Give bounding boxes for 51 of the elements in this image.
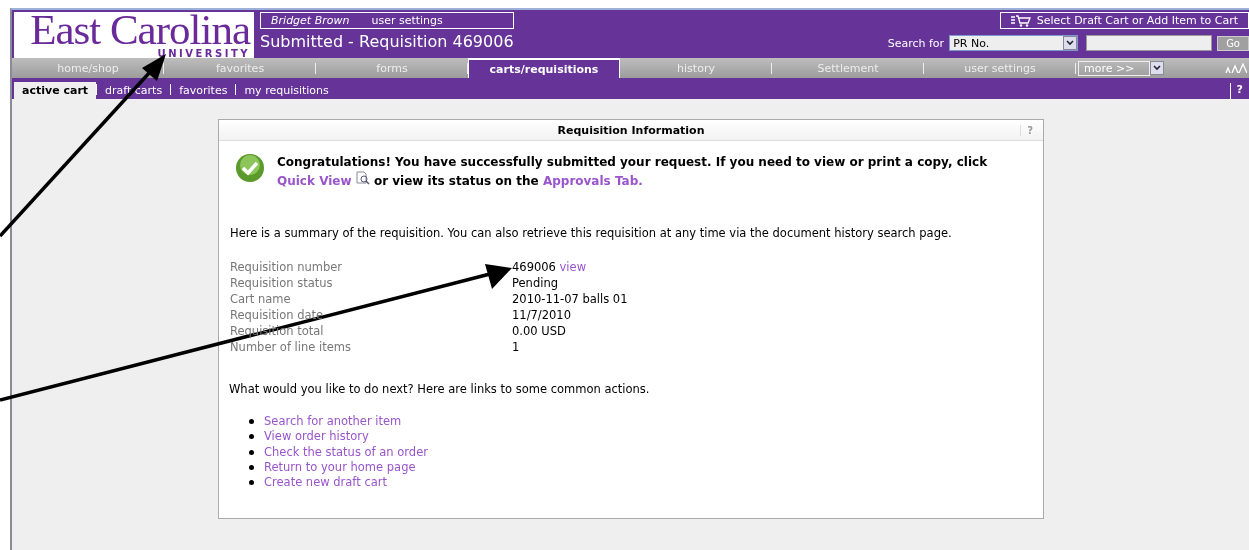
cart-button[interactable]: Select Draft Cart or Add Item to Cart — [999, 12, 1249, 29]
field-label: Requisition status — [230, 276, 333, 290]
action-link[interactable]: View order history — [264, 429, 369, 445]
sub-tab[interactable]: my requisitions — [236, 82, 337, 99]
field-value: Pending — [512, 276, 559, 290]
action-link[interactable]: Check the status of an order — [264, 444, 428, 460]
text-size-icon[interactable] — [1225, 63, 1247, 73]
field-value: 11/7/2010 — [512, 308, 572, 322]
document-magnifier-icon[interactable] — [355, 171, 370, 185]
user-settings-link[interactable]: user settings — [371, 14, 443, 27]
nav-tab[interactable]: carts/requisitions — [468, 58, 620, 78]
field-label: Number of line items — [230, 340, 351, 354]
bullet-icon — [249, 465, 254, 471]
bullet-icon — [249, 434, 254, 440]
logo-subtitle: UNIVERSITY — [157, 48, 250, 59]
sub-tab[interactable]: draft carts — [97, 82, 171, 99]
logo-name: East Carolina — [30, 12, 250, 48]
action-link[interactable]: Search for another item — [264, 414, 402, 430]
summary-text: Here is a summary of the requisition. You can also retrieve this requisition at any time via the document history search page. — [229, 225, 953, 240]
cart-icon — [1010, 14, 1031, 27]
sub-tab[interactable]: active cart — [14, 82, 97, 99]
field-value: 2010-11-07 balls 01 — [512, 292, 629, 306]
search-label: Search for — [887, 36, 945, 50]
quick-view-link[interactable]: Quick View — [277, 174, 352, 188]
success-check-icon — [235, 153, 265, 183]
field-label: Requisition date — [230, 308, 324, 322]
search-field[interactable] — [1086, 35, 1213, 51]
field-value: 1 — [512, 340, 521, 354]
action-link[interactable]: Return to your home page — [264, 459, 416, 476]
field-label: Requisition number — [230, 260, 343, 274]
panel-help-link[interactable]: ? — [1020, 124, 1033, 136]
field-value: 469006 — [512, 260, 556, 274]
view-link[interactable]: view — [559, 260, 587, 274]
search-scope-select[interactable]: PR No. — [949, 35, 1079, 51]
action-link[interactable]: Create new draft cart — [264, 475, 387, 491]
field-value: 0.00 USD — [512, 324, 567, 338]
bullet-icon — [249, 419, 254, 425]
go-button[interactable]: Go — [1217, 35, 1249, 51]
next-prompt: What would you like to do next? Here are links to some common actions. — [228, 381, 651, 396]
success-message: Congratulations! You have successfully submitted your request. If you need to view or print a copy, click Quick View or view its status on the Approvals Tab. — [277, 154, 989, 190]
chevron-down-icon — [1066, 40, 1075, 46]
help-link[interactable]: ? — [1229, 83, 1243, 99]
approvals-tab-link[interactable]: Approvals Tab. — [542, 174, 643, 188]
bullet-icon — [249, 480, 254, 486]
user-name: Bridget Brown — [271, 14, 350, 27]
bullet-icon — [249, 449, 254, 455]
sub-tab[interactable]: favorites — [171, 82, 236, 99]
chevron-down-icon — [1153, 65, 1161, 71]
panel-title: Requisition Information — [557, 123, 705, 137]
page-title: Submitted - Requisition 469006 — [260, 32, 514, 51]
field-label: Cart name — [230, 292, 291, 306]
